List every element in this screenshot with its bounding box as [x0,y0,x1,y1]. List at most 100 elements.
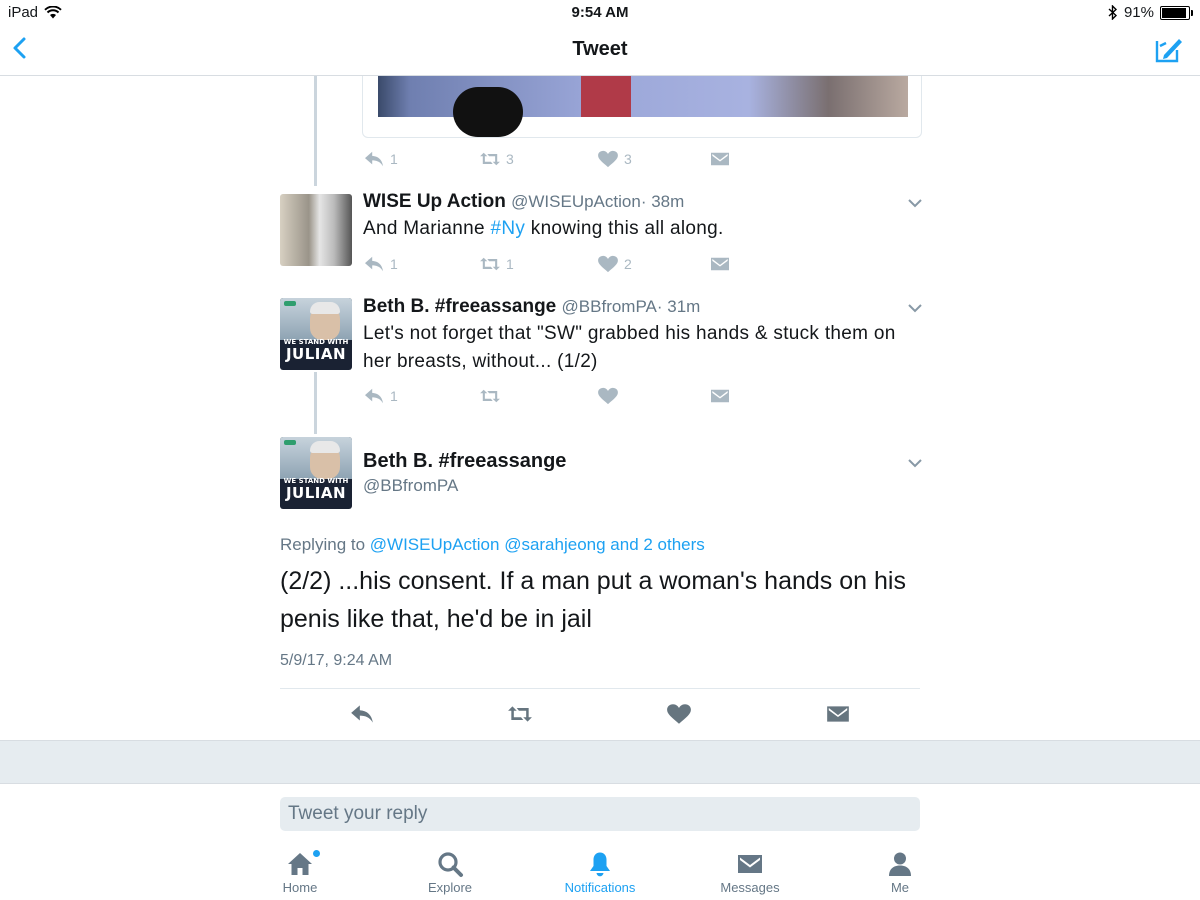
tab-label: Explore [427,880,473,895]
envelope-icon [709,387,731,405]
reply-input[interactable] [280,797,920,831]
direct-message-button[interactable] [825,703,851,725]
reply-count: 1 [390,256,398,272]
reply-button[interactable]: 1 [363,255,398,273]
reply-count: 1 [390,388,398,404]
page-title: Tweet [572,38,628,60]
envelope-icon [738,855,762,873]
divider [280,688,920,689]
thread-line [314,76,317,186]
display-name[interactable]: Beth B. #freeassange [363,296,556,317]
heart-icon [597,150,619,168]
tab-label: Messages [720,880,780,895]
tweet-age: · 31m [656,297,701,316]
retweet-icon [479,387,501,405]
like-button[interactable] [597,387,619,405]
retweet-button[interactable]: 1 [479,255,514,273]
tweet-text: And Marianne #Ny knowing this all along. [363,215,913,243]
hashtag-link[interactable]: #Ny [490,218,525,239]
reply-icon [363,255,385,273]
avatar-hair [310,441,340,453]
heart-icon [597,255,619,273]
tab-notifications[interactable]: Notifications [540,840,660,895]
person-icon [889,852,911,876]
user-handle[interactable]: @WISEUpAction [511,192,641,211]
notification-dot [313,850,320,857]
battery-percent: 91% [1123,4,1154,21]
tweet-header: WISE Up Action @WISEUpAction· 38m [363,191,684,213]
avatar[interactable]: WE STAND WITH JULIAN [280,437,352,509]
main-tweet-handle: @BBfromPA [363,475,458,497]
avatar-caption-name: JULIAN [285,484,347,502]
compose-button[interactable] [1154,34,1184,64]
tweet-text: Let's not forget that "SW" grabbed his h… [363,323,896,372]
retweet-count: 1 [506,256,514,272]
tweet-text-part: knowing this all along. [525,218,724,239]
tab-home[interactable]: Home [240,840,360,895]
tab-bar: Home Explore Notifications Messages Me [0,840,1200,900]
reply-button[interactable] [349,703,375,725]
tab-label: Notifications [564,880,636,895]
photo-tie [581,76,631,117]
retweet-button[interactable]: 3 [479,150,514,168]
reply-mentions-link[interactable]: @WISEUpAction @sarahjeong and 2 others [370,535,705,554]
thread-line [314,372,317,434]
bluetooth-icon [1108,5,1117,20]
direct-message-button[interactable] [709,387,731,405]
reply-icon [363,150,385,168]
direct-message-button[interactable] [709,150,731,168]
like-count: 3 [624,151,632,167]
section-separator [0,740,1200,784]
status-right: 91% [1108,4,1193,21]
tab-me[interactable]: Me [840,840,960,895]
tab-messages[interactable]: Messages [690,840,810,895]
tweet-thread: 1 3 3 WISE Up Action @WISEUpAction· 38m … [0,76,1200,740]
retweet-button[interactable] [507,703,533,725]
photo-microphone [453,87,523,137]
like-button[interactable] [666,703,692,725]
avatar[interactable]: WE STAND WITH JULIAN [280,298,352,370]
bell-icon [590,852,610,877]
tab-explore[interactable]: Explore [390,840,510,895]
status-bar: iPad 9:54 AM 91% [0,0,1200,24]
avatar-badge [284,440,296,445]
reply-count: 1 [390,151,398,167]
home-icon [288,853,312,875]
tweet-age: · 38m [640,192,685,211]
avatar[interactable] [280,194,352,266]
tweet-timestamp: 5/9/17, 9:24 AM [280,652,393,669]
replying-to-label: Replying to [280,535,370,554]
nav-bar: Tweet [0,24,1200,76]
like-count: 2 [624,256,632,272]
tweet-media-image[interactable] [362,76,922,138]
direct-message-button[interactable] [709,255,731,273]
main-tweet-text: (2/2) ...his consent. If a man put a wom… [280,567,906,633]
envelope-icon [709,150,731,168]
tab-label: Me [890,880,910,895]
status-time: 9:54 AM [571,4,629,21]
display-name[interactable]: Beth B. #freeassange [363,450,566,472]
retweet-icon [507,703,533,725]
like-button[interactable]: 3 [597,150,632,168]
chevron-down-icon[interactable] [907,458,923,468]
retweet-button[interactable] [479,387,501,405]
user-handle[interactable]: @BBfromPA [562,297,657,316]
main-tweet-name: Beth B. #freeassange [363,450,566,473]
chevron-down-icon[interactable] [907,198,923,208]
retweet-icon [479,150,501,168]
envelope-icon [709,255,731,273]
display-name[interactable]: WISE Up Action [363,191,506,212]
reply-button[interactable]: 1 [363,387,398,405]
battery-icon [1160,5,1193,20]
tweet-header: Beth B. #freeassange @BBfromPA· 31m [363,296,700,318]
like-button[interactable]: 2 [597,255,632,273]
avatar-badge [284,301,296,306]
compose-icon [1155,39,1182,63]
chevron-down-icon[interactable] [907,303,923,313]
search-icon [438,852,463,877]
reply-icon [363,387,385,405]
retweet-icon [479,255,501,273]
tab-label: Home [282,880,318,895]
reply-button[interactable]: 1 [363,150,398,168]
user-handle[interactable]: @BBfromPA [363,476,458,495]
